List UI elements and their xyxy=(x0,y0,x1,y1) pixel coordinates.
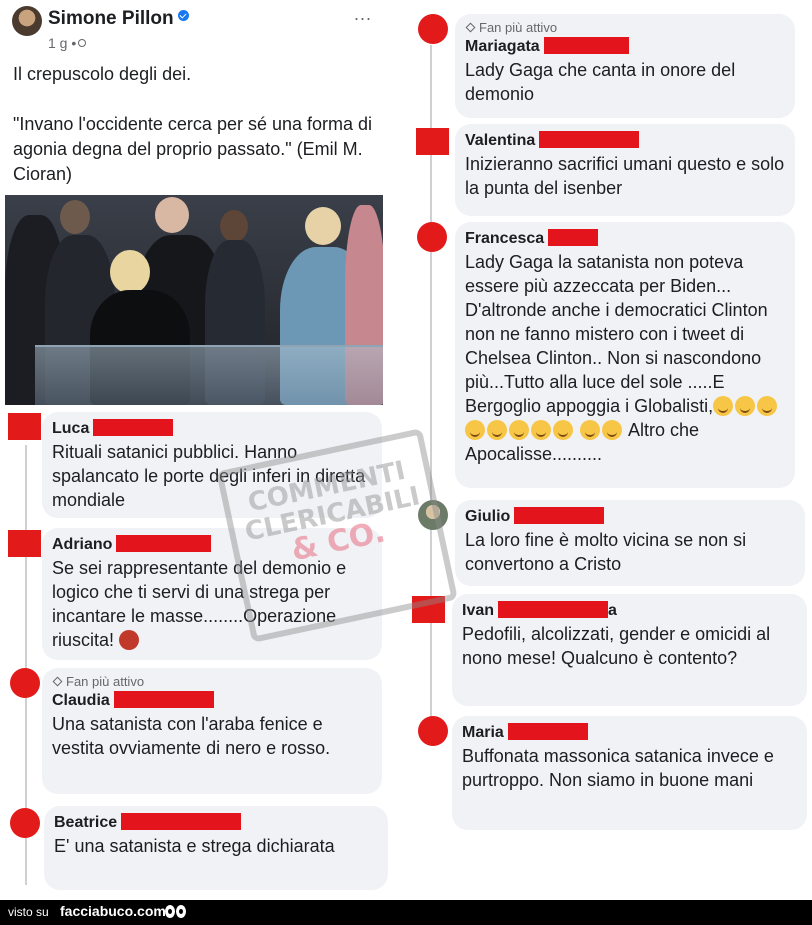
post-meta[interactable]: 1 g • xyxy=(48,35,87,51)
redacted-surname xyxy=(543,37,629,54)
eyes-logo-icon xyxy=(165,905,187,919)
commenter-name[interactable]: Francesca xyxy=(465,228,785,250)
avatar[interactable] xyxy=(412,596,445,623)
top-fan-badge: Fan più attivo xyxy=(465,20,785,36)
comment-bubble: Francesca Lady Gaga la satanista non pot… xyxy=(455,222,795,488)
thinking-emoji-icon xyxy=(487,420,507,440)
top-fan-badge: Fan più attivo xyxy=(52,674,372,690)
comment-bubble: Valentina Inizieranno sacrifici umani qu… xyxy=(455,124,795,216)
commenter-name[interactable]: Beatrice xyxy=(54,812,378,834)
comment-bubble: Giulio La loro fine è molto vicina se no… xyxy=(455,500,805,586)
post-time[interactable]: 1 g • xyxy=(48,35,76,51)
redacted-surname xyxy=(498,601,609,618)
commenter-name[interactable]: Valentina xyxy=(465,130,785,152)
commenter-name[interactable]: Mariagata xyxy=(465,36,785,58)
comment-text: E' una satanista e strega dichiarata xyxy=(54,836,335,856)
globe-icon xyxy=(78,39,87,47)
comment-text: Lady Gaga che canta in onore del demonio xyxy=(465,60,736,104)
footer-bar: visto su facciabuco.com xyxy=(0,900,812,925)
comment-text: Rituali satanici pubblici. Hanno spalanc… xyxy=(52,442,366,510)
more-options-icon[interactable]: ... xyxy=(354,4,372,25)
redacted-surname xyxy=(514,507,605,524)
avatar[interactable] xyxy=(10,808,40,838)
grinning-sweat-emoji-icon xyxy=(553,420,573,440)
commenter-name[interactable]: Maria xyxy=(462,722,797,744)
grinning-sweat-emoji-icon xyxy=(509,420,529,440)
commenter-name[interactable]: Adriano xyxy=(52,534,372,556)
redacted-surname xyxy=(507,723,588,740)
commenter-name[interactable]: Giulio xyxy=(465,506,795,528)
devil-emoji-icon xyxy=(119,630,140,650)
comment-text: Pedofili, alcolizzati, gender e omicidi … xyxy=(462,624,771,668)
redacted-surname xyxy=(548,229,599,246)
thinking-emoji-icon xyxy=(465,420,485,440)
comment-bubble: Ivan a Pedofili, alcolizzati, gender e om… xyxy=(452,594,807,706)
post-photo[interactable] xyxy=(5,195,383,405)
grinning-sweat-emoji-icon xyxy=(602,420,623,440)
avatar[interactable] xyxy=(417,222,447,252)
grinning-sweat-emoji-icon xyxy=(580,420,601,440)
footer-visto-label: visto su xyxy=(8,905,49,919)
comment-text: Buffonata massonica satanica invece e pu… xyxy=(462,746,774,790)
commenter-name[interactable]: Luca xyxy=(52,418,372,440)
comment-text: Una satanista con l'araba fenice e vesti… xyxy=(52,714,331,758)
post-author[interactable]: Simone Pillon xyxy=(48,8,189,30)
comment-text: Lady Gaga la satanista non poteva essere… xyxy=(465,250,785,466)
avatar[interactable] xyxy=(418,716,448,746)
avatar[interactable] xyxy=(10,668,40,698)
avatar[interactable] xyxy=(418,500,448,530)
redacted-surname xyxy=(116,535,212,552)
redacted-surname xyxy=(93,419,174,436)
comment-text: La loro fine è molto vicina se non si co… xyxy=(465,530,747,574)
thinking-emoji-icon xyxy=(757,396,778,416)
comment-bubble: Luca Rituali satanici pubblici. Hanno sp… xyxy=(42,412,382,518)
grinning-sweat-emoji-icon xyxy=(531,420,551,440)
thinking-emoji-icon xyxy=(713,396,734,416)
comment-bubble: Fan più attivo Mariagata Lady Gaga che c… xyxy=(455,14,795,118)
redacted-surname xyxy=(121,813,242,830)
post-quote: "Invano l'occidente cerca per sé una for… xyxy=(13,114,373,184)
post-body: Il crepuscolo degli dei. "Invano l'occid… xyxy=(13,62,383,187)
avatar[interactable] xyxy=(418,14,448,44)
comment-bubble: Adriano Se sei rappresentante del demoni… xyxy=(42,528,382,660)
avatar[interactable] xyxy=(8,530,41,557)
post-text-line-1: Il crepuscolo degli dei. xyxy=(13,64,192,84)
thinking-emoji-icon xyxy=(735,396,756,416)
commenter-name[interactable]: Ivan a xyxy=(462,600,797,622)
comment-bubble: Fan più attivo Claudia Una satanista con… xyxy=(42,668,382,794)
avatar[interactable] xyxy=(416,128,449,155)
verified-badge-icon xyxy=(177,10,189,21)
footer-site-link[interactable]: facciabuco.com xyxy=(60,903,166,919)
comment-text: Inizieranno sacrifici umani questo e sol… xyxy=(465,154,785,198)
comment-bubble: Beatrice E' una satanista e strega dichi… xyxy=(44,806,388,890)
commenter-name[interactable]: Claudia xyxy=(52,690,372,712)
avatar[interactable] xyxy=(8,413,41,440)
redacted-surname xyxy=(539,131,640,148)
author-avatar[interactable] xyxy=(12,6,42,36)
comment-bubble: Maria Buffonata massonica satanica invec… xyxy=(452,716,807,830)
redacted-surname xyxy=(113,691,214,708)
comment-text: Se sei rappresentante del demonio e logi… xyxy=(52,558,347,650)
author-name[interactable]: Simone Pillon xyxy=(48,8,174,29)
